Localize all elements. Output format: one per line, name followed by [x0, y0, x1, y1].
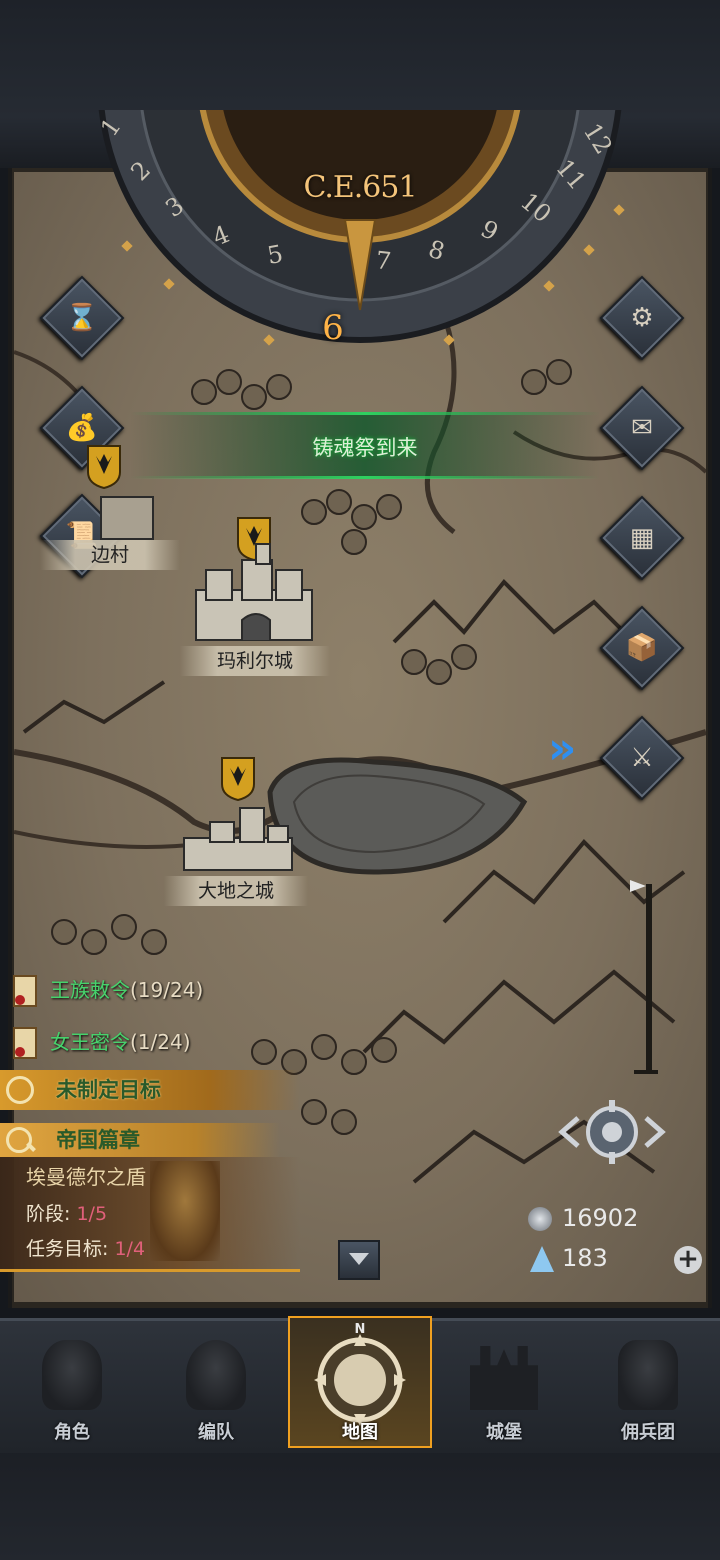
quest-queen-order[interactable]: 女王密令(1/24) [0, 1022, 260, 1062]
search-icon-handle [26, 1142, 36, 1152]
quest-count: (19/24) [130, 978, 204, 1002]
search-icon [6, 1127, 32, 1153]
current-month: 6 [322, 308, 344, 348]
event-banner-text: 铸魂祭到来 [312, 436, 418, 460]
goal-bar[interactable]: 未制定目标 [0, 1070, 300, 1110]
nav-character[interactable]: 角色 [2, 1322, 142, 1446]
compass-icon [314, 1334, 406, 1426]
map-scale-slider[interactable] [646, 884, 652, 1074]
marill-castle[interactable] [186, 540, 322, 644]
locate-button[interactable] [556, 1098, 668, 1166]
flag-icon [630, 880, 646, 892]
crest-icon [87, 445, 121, 490]
target-icon [6, 1076, 34, 1104]
soldier-icon [186, 1340, 246, 1410]
mercenary-icon [618, 1340, 678, 1410]
city-label-earth[interactable]: 大地之城 [164, 876, 308, 906]
nav-mercenary[interactable]: 佣兵团 [578, 1322, 718, 1446]
nav-label: 角色 [54, 1422, 90, 1443]
quest-name: 王族敕令 [50, 978, 130, 1002]
chapter-header[interactable]: 帝国篇章 [0, 1123, 280, 1157]
scale-base [634, 1070, 658, 1074]
chevron-down-icon [349, 1253, 369, 1265]
quest-name: 女王密令 [50, 1030, 130, 1054]
hourglass-icon: ⌛ [65, 303, 99, 333]
nav-castle[interactable]: 城堡 [434, 1322, 574, 1446]
chapter-figure [150, 1161, 220, 1261]
nav-label: 佣兵团 [621, 1422, 675, 1443]
supplies-icon: 📦 [625, 633, 659, 663]
nav-label: 编队 [198, 1422, 234, 1443]
chapter-header-label: 帝国篇章 [56, 1128, 140, 1152]
silver-amount: 16902 [562, 1204, 639, 1232]
expand-arrow-icon[interactable]: » [548, 724, 598, 774]
knight-helmet-icon [42, 1340, 102, 1410]
target-value: 1/4 [114, 1238, 146, 1260]
event-banner: 铸魂祭到来 [130, 408, 600, 484]
castle-icon [470, 1346, 538, 1410]
silver-coin-icon [528, 1207, 552, 1231]
earth-castle[interactable] [180, 798, 296, 874]
calendar-wheel: 1 2 3 4 5 7 8 9 10 11 12 [75, 110, 645, 360]
crystal-amount: 183 [562, 1244, 608, 1272]
nav-label: 城堡 [486, 1422, 522, 1443]
target-label: 任务目标: [26, 1238, 109, 1260]
add-crystal-button[interactable]: + [674, 1246, 702, 1274]
gear-icon: ⚙ [630, 303, 654, 333]
goal-label: 未制定目标 [56, 1078, 161, 1102]
nav-label: 地图 [342, 1422, 378, 1443]
chapter-panel[interactable]: 埃曼德尔之盾 阶段: 1/5 任务目标: 1/4 [0, 1157, 300, 1272]
collapse-button[interactable] [338, 1240, 380, 1280]
stage-value: 1/5 [76, 1203, 108, 1225]
village-building[interactable] [100, 496, 154, 540]
quest-count: (1/24) [130, 1030, 191, 1054]
board-icon: ▦ [629, 523, 655, 553]
svg-text:7: 7 [374, 246, 392, 275]
chapter-title: 埃曼德尔之盾 [26, 1165, 146, 1189]
crystal-icon [530, 1246, 554, 1272]
quest-royal-decree[interactable]: 王族敕令(19/24) [0, 970, 260, 1010]
scroll-icon [13, 975, 37, 1007]
scroll-icon [13, 1027, 37, 1059]
knight-icon: ⚔ [630, 743, 654, 773]
nav-formation[interactable]: 编队 [146, 1322, 286, 1446]
stage-label: 阶段: [26, 1203, 71, 1225]
crest-icon [221, 757, 255, 802]
calendar-year: C.E.651 [303, 170, 417, 205]
bottom-bar [0, 1448, 720, 1560]
city-label-border-village[interactable]: 边村 [40, 540, 180, 570]
city-label-marill[interactable]: 玛利尔城 [180, 646, 330, 676]
nav-map[interactable]: N 地图 [288, 1316, 432, 1448]
mail-icon: ✉ [631, 413, 653, 443]
